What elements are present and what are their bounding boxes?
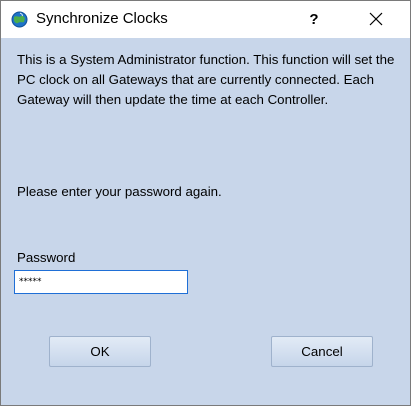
help-button[interactable]: ? [291,1,337,37]
app-globe-icon [11,11,28,28]
ok-button[interactable]: OK [49,336,151,367]
password-prompt-text: Please enter your password again. [17,184,222,199]
synchronize-clocks-dialog: Synchronize Clocks ? This is a System Ad… [0,0,411,406]
password-field[interactable] [14,270,188,294]
description-text: This is a System Administrator function.… [17,52,395,107]
password-label: Password [17,250,76,265]
close-button[interactable] [353,1,399,37]
title-bar[interactable]: Synchronize Clocks ? [1,1,410,38]
cancel-button[interactable]: Cancel [271,336,373,367]
window-title: Synchronize Clocks [36,10,168,27]
close-icon [369,12,383,26]
